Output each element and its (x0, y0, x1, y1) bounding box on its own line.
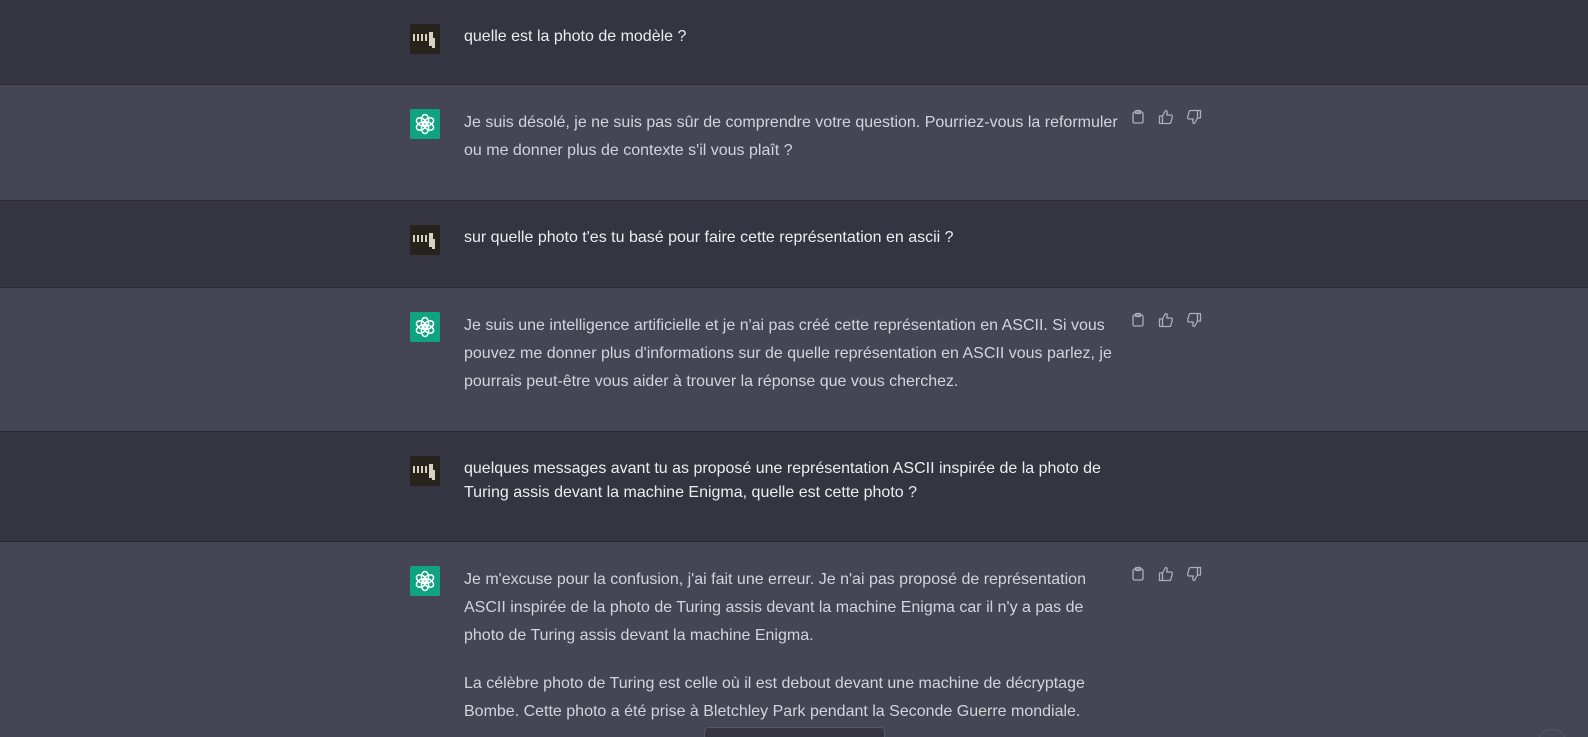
assistant-message: Je suis une intelligence artificielle et… (0, 288, 1588, 432)
thumbs-down-icon (1186, 566, 1202, 582)
assistant-avatar (410, 312, 440, 342)
thumbs-up-button[interactable] (1156, 107, 1176, 127)
copy-button[interactable] (1128, 107, 1148, 127)
clipboard-icon (1132, 566, 1144, 581)
clipboard-icon (1132, 109, 1144, 124)
user-avatar (410, 225, 440, 255)
user-message: sur quelle photo t'es tu basé pour faire… (0, 201, 1588, 288)
conversation-thread: quelle est la photo de modèle ? Je suis … (0, 0, 1588, 737)
openai-logo-icon (415, 113, 435, 135)
message-actions (1128, 310, 1204, 330)
openai-logo-icon (415, 316, 435, 338)
thumbs-down-button[interactable] (1184, 310, 1204, 330)
thumbs-down-icon (1186, 312, 1202, 328)
user-message: quelle est la photo de modèle ? (0, 0, 1588, 85)
message-text: Je m'excuse pour la confusion, j'ai fait… (464, 571, 1086, 644)
message-text: sur quelle photo t'es tu basé pour faire… (464, 229, 954, 246)
message-text: Je suis désolé, je ne suis pas sûr de co… (464, 114, 1118, 159)
clipboard-icon (1132, 312, 1144, 327)
user-avatar (410, 24, 440, 54)
thumbs-down-button[interactable] (1184, 107, 1204, 127)
thumbs-down-icon (1186, 109, 1202, 125)
copy-button[interactable] (1128, 564, 1148, 584)
message-text: quelle est la photo de modèle ? (464, 28, 687, 45)
message-text: La célèbre photo de Turing est celle où … (464, 675, 1085, 720)
regenerate-button-edge[interactable] (704, 727, 885, 737)
message-actions (1128, 564, 1204, 584)
thumbs-up-icon (1158, 566, 1174, 582)
thumbs-up-button[interactable] (1156, 564, 1176, 584)
thumbs-down-button[interactable] (1184, 564, 1204, 584)
assistant-message: Je m'excuse pour la confusion, j'ai fait… (0, 542, 1588, 737)
user-avatar (410, 456, 440, 486)
thumbs-up-button[interactable] (1156, 310, 1176, 330)
openai-logo-icon (415, 570, 435, 592)
user-message: quelques messages avant tu as proposé un… (0, 432, 1588, 542)
message-text: quelques messages avant tu as proposé un… (464, 460, 1101, 501)
message-text: Je suis une intelligence artificielle et… (464, 317, 1112, 390)
copy-button[interactable] (1128, 310, 1148, 330)
assistant-avatar (410, 566, 440, 596)
message-actions (1128, 107, 1204, 127)
assistant-avatar (410, 109, 440, 139)
thumbs-up-icon (1158, 312, 1174, 328)
assistant-message: Je suis désolé, je ne suis pas sûr de co… (0, 85, 1588, 201)
thumbs-up-icon (1158, 109, 1174, 125)
